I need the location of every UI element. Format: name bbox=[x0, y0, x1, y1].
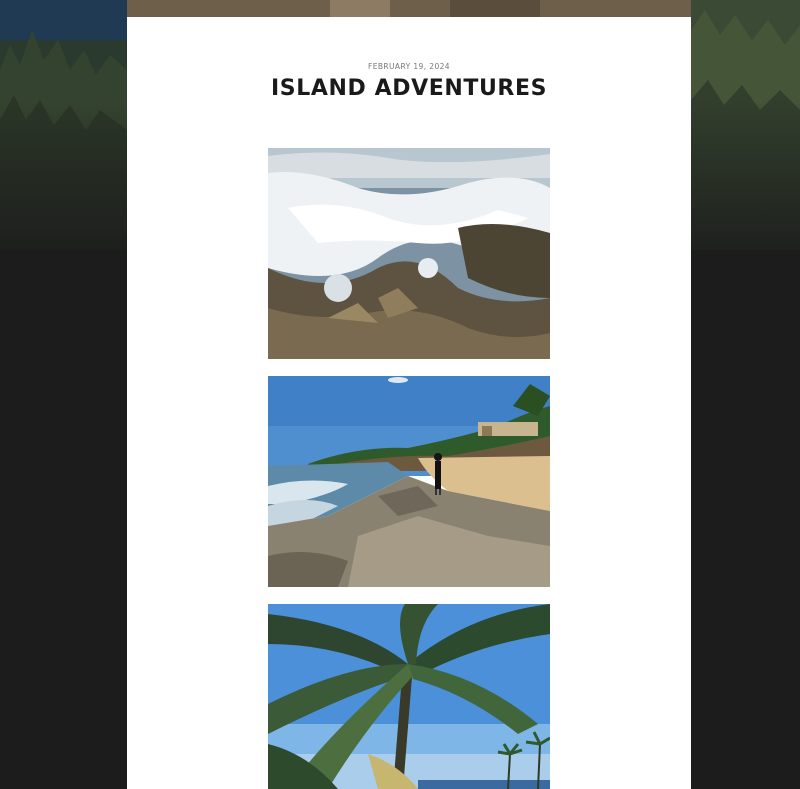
post-date: FEBRUARY 19, 2024 bbox=[368, 62, 450, 71]
gallery-image-ocean-waves[interactable] bbox=[268, 148, 550, 359]
gallery-image-palm-tree[interactable] bbox=[268, 604, 550, 789]
gallery-image-rocky-beach[interactable] bbox=[268, 376, 550, 587]
post-card: FEBRUARY 19, 2024 ISLAND ADVENTURES bbox=[127, 17, 691, 789]
post-title: ISLAND ADVENTURES bbox=[270, 76, 548, 101]
